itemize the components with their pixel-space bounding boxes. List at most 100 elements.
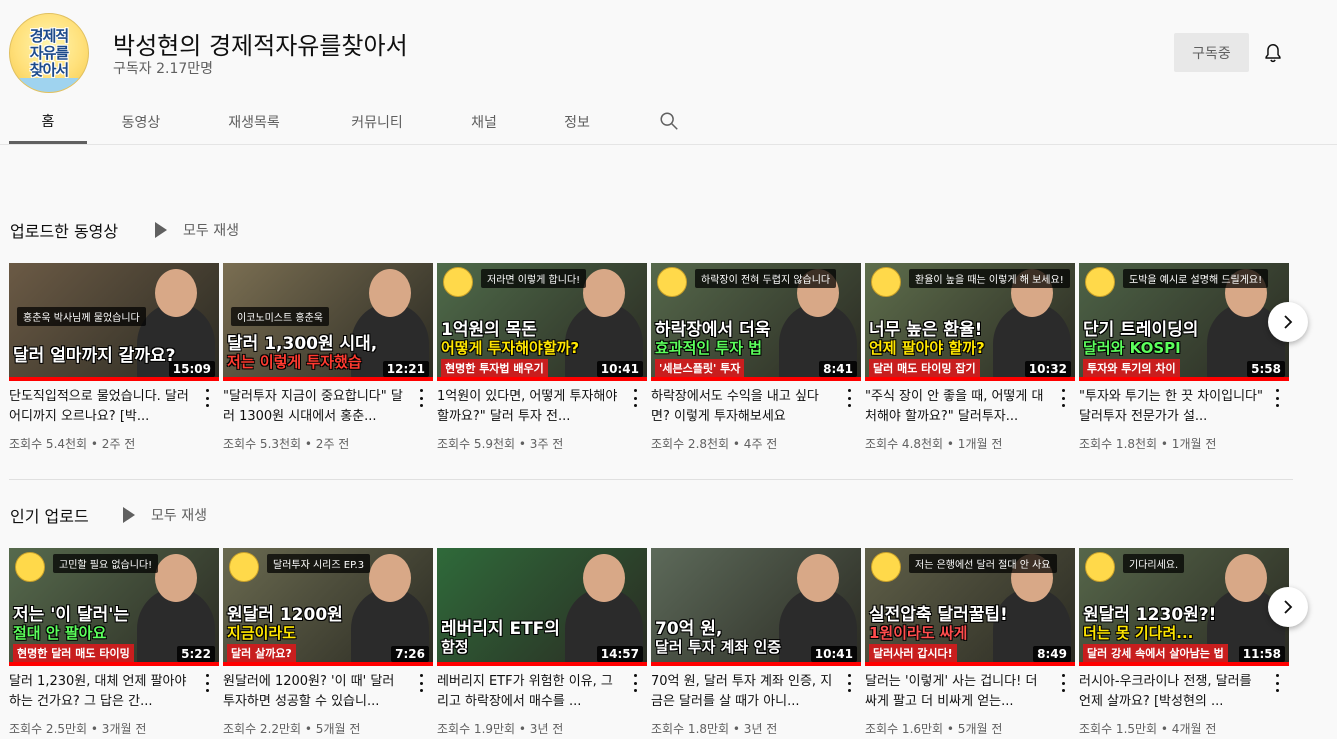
chevron-right-icon [1284, 315, 1293, 329]
channel-logo-badge [657, 267, 687, 297]
tab-community[interactable]: 커뮤니티 [313, 100, 441, 144]
video-thumbnail[interactable]: 저라면 이렇게 합니다! 1억원의 목돈 어떻게 투자해야할까? 현명한 투자법 배우… [437, 263, 647, 381]
thumbnail-tag: 환율이 높을 때는 이렇게 해 보세요! [909, 269, 1070, 288]
video-title[interactable]: 1억원이 있다면, 어떻게 투자해야 할까요?" 달러 투자 전... [437, 387, 622, 427]
search-icon[interactable] [658, 110, 680, 132]
more-vert-icon[interactable] [204, 674, 210, 692]
video-duration: 5:22 [177, 646, 215, 662]
thumbnail-caption: 달러 살까요? [227, 644, 296, 662]
avatar-text-line: 찾아서 [29, 61, 69, 79]
thumbnail-caption: 현명한 투자법 배우기 [441, 359, 548, 377]
video-thumbnail[interactable]: 레버리지 ETF의 함정 14:57 [437, 548, 647, 666]
video-title[interactable]: 달러는 '이렇게' 사는 겁니다! 더 싸게 팔고 더 비싸게 얻는... [865, 672, 1050, 712]
watch-progress-bar [651, 662, 861, 666]
video-card[interactable]: 환율이 높을 때는 이렇게 해 보세요! 너무 높은 환율! 언제 팔아야 할까? 달… [865, 263, 1075, 453]
person-head [155, 269, 197, 317]
video-card[interactable]: 70억 원, 달러 투자 계좌 인증 10:41 70억 원, 달러 투자 계좌 인증… [651, 548, 861, 738]
video-title[interactable]: 하락장에서도 수익을 내고 싶다면? 이렇게 투자해보세요 [651, 387, 836, 427]
shelf-next-button[interactable] [1268, 587, 1308, 627]
watch-progress-bar [437, 662, 647, 666]
video-duration: 10:32 [1024, 361, 1071, 377]
video-duration: 8:41 [819, 361, 857, 377]
video-thumbnail[interactable]: 70억 원, 달러 투자 계좌 인증 10:41 [651, 548, 861, 666]
tab-playlists[interactable]: 재생목록 [195, 100, 313, 144]
thumbnail-tag: 하락장이 전혀 두렵지 않습니다 [695, 269, 837, 288]
watch-progress-bar [865, 662, 1075, 666]
video-card[interactable]: 달러투자 시리즈 EP.3 원달러 1200원 지금이라도 달러 살까요? 7:26 원달… [223, 548, 433, 738]
video-title[interactable]: "달러투자 지금이 중요합니다" 달러 1300원 시대에서 홍춘... [223, 387, 408, 427]
watch-progress-bar [223, 662, 433, 666]
more-vert-icon[interactable] [846, 389, 852, 407]
play-all-button[interactable]: 모두 재생 [123, 505, 207, 525]
thumbnail-subheadline: 달러와 KOSPI [1083, 339, 1181, 357]
channel-logo-badge [1085, 552, 1115, 582]
thumbnail-subheadline: 저는 이렇게 투자했습 [227, 353, 362, 371]
subscribed-button[interactable]: 구독중 [1174, 33, 1249, 72]
person-head [1225, 554, 1267, 602]
avatar-wave [10, 78, 88, 92]
video-card[interactable]: 고민할 필요 없습니다! 저는 '이 달러'는 절대 안 팔아요 현명한 달러 매도 … [9, 548, 219, 738]
more-vert-icon[interactable] [1060, 389, 1066, 407]
video-title[interactable]: 원달러에 1200원? '이 때' 달러 투자하면 성공할 수 있습니... [223, 672, 408, 712]
video-thumbnail[interactable]: 달러투자 시리즈 EP.3 원달러 1200원 지금이라도 달러 살까요? 7:26 [223, 548, 433, 666]
video-card[interactable]: 이코노미스트 홍춘욱 달러 1,300원 시대, 저는 이렇게 투자했습 12:21 "… [223, 263, 433, 453]
video-card[interactable]: 레버리지 ETF의 함정 14:57 레버리지 ETF가 위험한 이유, 그리고 하락… [437, 548, 647, 738]
video-thumbnail[interactable]: 이코노미스트 홍춘욱 달러 1,300원 시대, 저는 이렇게 투자했습 12:21 [223, 263, 433, 381]
tab-channels[interactable]: 채널 [441, 100, 527, 144]
video-card[interactable]: 도박을 예시로 설명해 드릴게요! 단기 트레이딩의 달러와 KOSPI 투자와 투기… [1079, 263, 1289, 453]
play-icon [123, 507, 135, 523]
tab-home[interactable]: 홈 [9, 100, 87, 144]
shelf-divider [9, 479, 1293, 480]
video-title[interactable]: 70억 원, 달러 투자 계좌 인증, 지금은 달러를 살 때가 아니... [651, 672, 836, 712]
shelf-title-uploads[interactable]: 업로드한 동영상 [10, 218, 118, 242]
video-thumbnail[interactable]: 환율이 높을 때는 이렇게 해 보세요! 너무 높은 환율! 언제 팔아야 할까? 달… [865, 263, 1075, 381]
video-thumbnail[interactable]: 고민할 필요 없습니다! 저는 '이 달러'는 절대 안 팔아요 현명한 달러 매도 … [9, 548, 219, 666]
video-card[interactable]: 홍춘욱 박사님께 물었습니다 달러 얼마까지 갈까요? 15:09 단도직입적으로 물… [9, 263, 219, 453]
video-thumbnail[interactable]: 도박을 예시로 설명해 드릴게요! 단기 트레이딩의 달러와 KOSPI 투자와 투기… [1079, 263, 1289, 381]
more-vert-icon[interactable] [846, 674, 852, 692]
more-vert-icon[interactable] [1274, 674, 1280, 692]
shelf-next-button[interactable] [1268, 302, 1308, 342]
more-vert-icon[interactable] [204, 389, 210, 407]
more-vert-icon[interactable] [418, 674, 424, 692]
video-title[interactable]: 단도직입적으로 물었습니다. 달러 어디까지 오르나요? [박... [9, 387, 194, 427]
video-meta: 조회수 2.5만회 • 3개월 전 [9, 722, 147, 736]
shelf-title-popular[interactable]: 인기 업로드 [10, 503, 89, 527]
video-thumbnail[interactable]: 하락장이 전혀 두렵지 않습니다 하락장에서 더욱 효과적인 투자 법 '세븐스플릿'… [651, 263, 861, 381]
video-card[interactable]: 저라면 이렇게 합니다! 1억원의 목돈 어떻게 투자해야할까? 현명한 투자법 배우… [437, 263, 647, 453]
avatar-text-line: 경제적 [29, 27, 69, 45]
video-title[interactable]: "투자와 투기는 한 끗 차이입니다" 달러투자 전문가가 설... [1079, 387, 1264, 427]
video-meta: 조회수 5.3천회 • 2주 전 [223, 437, 350, 451]
video-thumbnail[interactable]: 저는 은행에선 달러 절대 안 사요 실전압축 달러꿀팁! 1원이라도 싸게 달러사러… [865, 548, 1075, 666]
play-all-label: 모두 재생 [151, 508, 207, 524]
video-title[interactable]: 달러 1,230원, 대체 언제 팔아야 하는 건가요? 그 답은 간... [9, 672, 194, 712]
video-meta: 조회수 2.8천회 • 4주 전 [651, 437, 778, 451]
video-meta: 조회수 5.9천회 • 3주 전 [437, 437, 564, 451]
video-thumbnail[interactable]: 홍춘욱 박사님께 물었습니다 달러 얼마까지 갈까요? 15:09 [9, 263, 219, 381]
thumbnail-tag: 고민할 필요 없습니다! [53, 554, 159, 573]
thumbnail-subheadline: 1원이라도 싸게 [869, 624, 968, 642]
channel-avatar[interactable]: 경제적 자유를 찾아서 [9, 13, 89, 93]
video-title[interactable]: 러시아-우크라이나 전쟁, 달러를 언제 살까요? [박성현의 ... [1079, 672, 1264, 712]
bell-icon[interactable] [1262, 42, 1284, 64]
video-card[interactable]: 하락장이 전혀 두렵지 않습니다 하락장에서 더욱 효과적인 투자 법 '세븐스플릿'… [651, 263, 861, 453]
tab-videos[interactable]: 동영상 [87, 100, 195, 144]
channel-logo-badge [1085, 267, 1115, 297]
video-card[interactable]: 기다리세요. 원달러 1230원?! 더는 못 기다려... 달러 강세 속에서 살아… [1079, 548, 1289, 738]
video-title[interactable]: "주식 장이 안 좋을 때, 어떻게 대처해야 할까요?" 달러투자... [865, 387, 1050, 427]
more-vert-icon[interactable] [632, 389, 638, 407]
more-vert-icon[interactable] [1274, 389, 1280, 407]
video-title[interactable]: 레버리지 ETF가 위험한 이유, 그리고 하락장에서 매수를 ... [437, 672, 622, 712]
video-meta: 조회수 5.4천회 • 2주 전 [9, 437, 136, 451]
thumbnail-subheadline: 절대 안 팔아요 [13, 624, 107, 642]
play-all-button[interactable]: 모두 재생 [155, 220, 239, 240]
thumbnail-tag: 저라면 이렇게 합니다! [481, 269, 587, 288]
video-duration: 5:58 [1247, 361, 1285, 377]
video-thumbnail[interactable]: 기다리세요. 원달러 1230원?! 더는 못 기다려... 달러 강세 속에서 살아… [1079, 548, 1289, 666]
watch-progress-bar [9, 662, 219, 666]
more-vert-icon[interactable] [418, 389, 424, 407]
more-vert-icon[interactable] [632, 674, 638, 692]
more-vert-icon[interactable] [1060, 674, 1066, 692]
tab-about[interactable]: 정보 [527, 100, 627, 144]
video-card[interactable]: 저는 은행에선 달러 절대 안 사요 실전압축 달러꿀팁! 1원이라도 싸게 달러사러… [865, 548, 1075, 738]
